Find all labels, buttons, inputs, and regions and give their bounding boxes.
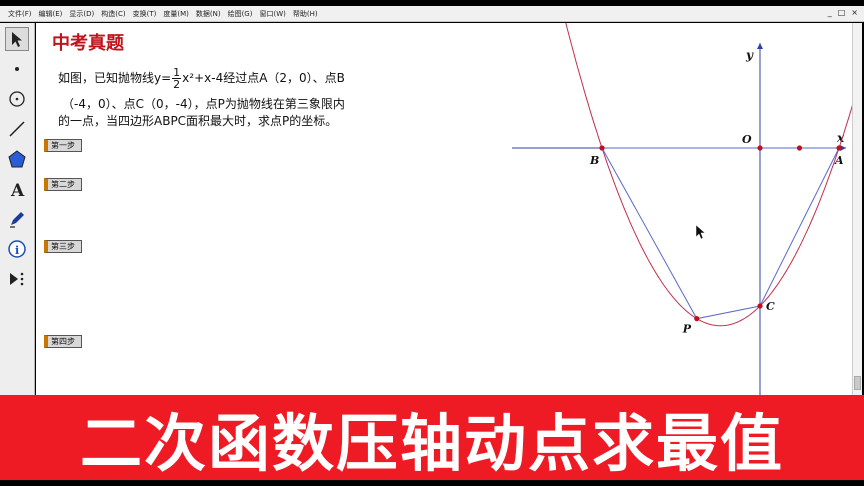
minimize-button[interactable]: _ — [828, 8, 832, 17]
point-label-a: A — [834, 154, 844, 167]
menu-display[interactable]: 显示(D) — [69, 9, 94, 19]
step-3-button[interactable]: 第三步 — [44, 240, 82, 253]
fraction-one-half: 12 — [172, 67, 182, 91]
vertical-scrollbar[interactable] — [852, 23, 862, 395]
arrow-tool[interactable] — [5, 27, 29, 51]
svg-text:i: i — [15, 244, 19, 257]
maximize-button[interactable]: □ — [838, 8, 846, 17]
point-label-p: P — [682, 323, 692, 336]
custom-tool[interactable] — [5, 267, 29, 291]
quadrilateral-abpc — [601, 147, 840, 320]
menu-edit[interactable]: 编辑(E) — [39, 9, 63, 19]
caption-banner: 二次函数压轴动点求最值 — [0, 395, 864, 480]
scrollbar-thumb[interactable] — [854, 376, 861, 390]
menu-bar: 文件(F) 编辑(E) 显示(D) 构造(C) 变换(T) 度量(M) 数据(N… — [0, 6, 864, 22]
text-a-icon: A — [10, 181, 25, 199]
tool-palette: A i — [0, 23, 35, 395]
problem-text-pre: 如图，已知抛物线y= — [58, 71, 172, 85]
menu-measure[interactable]: 度量(M) — [163, 9, 189, 19]
info-icon: i — [8, 240, 26, 258]
polygon-icon — [8, 150, 26, 168]
menu-transform[interactable]: 变换(T) — [133, 9, 157, 19]
parabola-curve — [565, 23, 852, 327]
caption-text: 二次函数压轴动点求最值 — [79, 406, 784, 480]
compass-tool[interactable] — [5, 87, 29, 111]
problem-line-1: 如图，已知抛物线y= 1 2 x²+x-4经过点A（2，0）、点B — [58, 67, 345, 90]
screen-frame: 文件(F) 编辑(E) 显示(D) 构造(C) 变换(T) 度量(M) 数据(N… — [0, 0, 864, 486]
arrow-icon — [12, 32, 22, 47]
window-controls: _ □ × — [828, 8, 858, 17]
menu-data[interactable]: 数据(N) — [196, 9, 221, 19]
menu-window[interactable]: 窗口(W) — [259, 9, 285, 19]
point-tool[interactable] — [5, 57, 29, 81]
point-c — [757, 303, 763, 309]
sketch-canvas[interactable]: 中考真题 如图，已知抛物线y= 1 2 x²+x-4经过点A（2，0）、点B （-4，… — [36, 23, 852, 395]
step-4-button[interactable]: 第四步 — [44, 335, 82, 348]
point-label-b: B — [589, 154, 599, 167]
menu-graph[interactable]: 绘图(G) — [228, 9, 253, 19]
coordinate-graph: xyO ABCP — [512, 23, 852, 395]
axes: xyO — [512, 43, 846, 395]
page-title: 中考真题 — [52, 33, 124, 54]
problem-text-post: x²+x-4经过点A（2，0）、点B — [182, 71, 345, 85]
play-more-icon — [10, 272, 24, 286]
points-layer: A B C P — [589, 145, 844, 336]
menu-file[interactable]: 文件(F) — [8, 9, 32, 19]
mouse-cursor-icon — [695, 224, 706, 240]
step-1-button[interactable]: 第一步 — [44, 139, 82, 152]
point-b — [599, 145, 605, 151]
problem-line-3: 的一点，当四边形ABPC面积最大时，求点P的坐标。 — [58, 114, 338, 128]
point-icon — [15, 67, 19, 71]
y-axis-label: y — [745, 48, 754, 62]
segment-icon — [9, 121, 25, 137]
step-2-button[interactable]: 第二步 — [44, 178, 82, 191]
point-a — [836, 145, 842, 151]
straightedge-tool[interactable] — [5, 117, 29, 141]
marker-pen-icon — [10, 212, 24, 228]
close-button[interactable]: × — [851, 8, 858, 17]
svg-text:A: A — [10, 181, 25, 199]
point-x-axis-0 — [796, 145, 803, 151]
text-tool[interactable]: A — [5, 177, 29, 201]
point-p — [694, 316, 700, 322]
info-tool[interactable]: i — [5, 237, 29, 261]
menu-construct[interactable]: 构造(C) — [101, 9, 125, 19]
point-origin — [757, 145, 763, 151]
y-axis-arrow-icon — [757, 43, 763, 49]
origin-label: O — [742, 133, 752, 146]
marker-tool[interactable] — [5, 207, 29, 231]
menu-help[interactable]: 帮助(H) — [293, 9, 318, 19]
circle-icon — [9, 91, 25, 107]
point-label-c: C — [766, 300, 775, 313]
problem-line-2: （-4，0）、点C（0，-4），点P为抛物线在第三象限内 — [62, 97, 345, 111]
fraction-denominator: 2 — [173, 78, 181, 91]
polygon-tool[interactable] — [5, 147, 29, 171]
